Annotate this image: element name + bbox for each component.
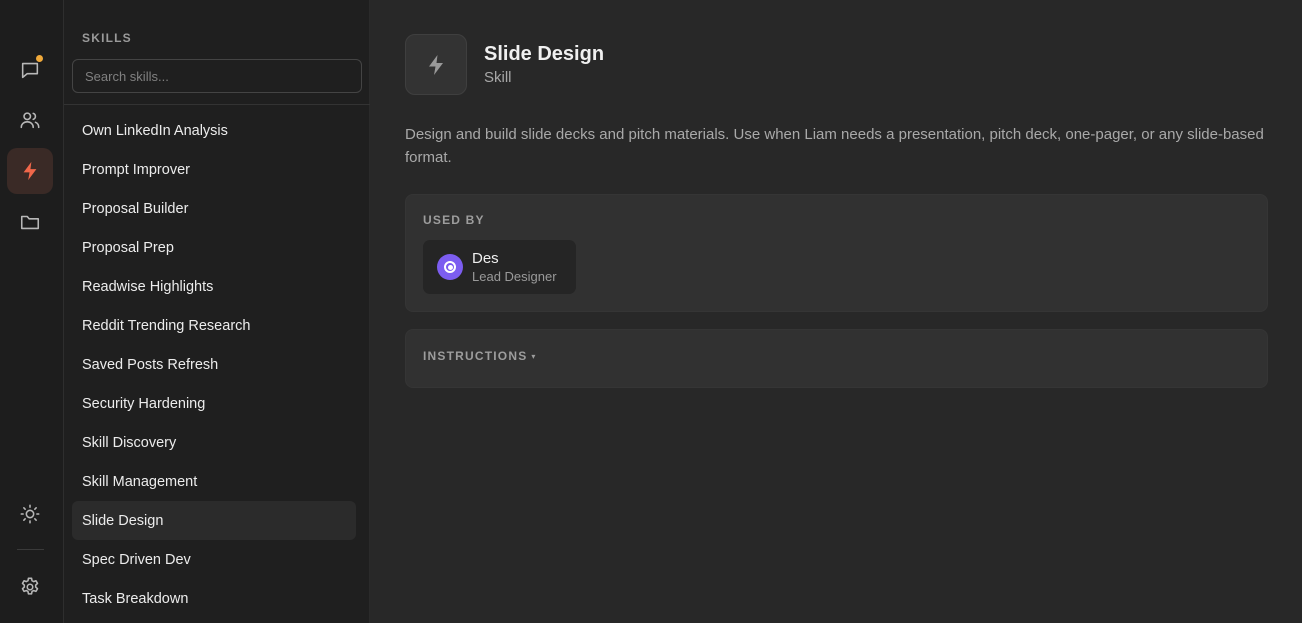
skills-panel: SKILLS Own LinkedIn Analysis Prompt Impr… xyxy=(64,0,370,623)
search-skills-input[interactable] xyxy=(72,59,362,93)
skill-list: Own LinkedIn Analysis Prompt Improver Pr… xyxy=(72,111,356,618)
lightning-icon xyxy=(429,54,443,75)
skill-list-item[interactable]: Skill Discovery xyxy=(72,423,356,462)
skill-list-item[interactable]: Readwise Highlights xyxy=(72,267,356,306)
app-window: SKILLS Own LinkedIn Analysis Prompt Impr… xyxy=(0,0,1302,623)
instructions-header: INSTRUCTIONS ▾ xyxy=(423,349,537,363)
avatar xyxy=(437,254,463,280)
skill-list-item[interactable]: Skill Management xyxy=(72,462,356,501)
skill-list-item[interactable]: Prompt Improver xyxy=(72,150,356,189)
used-by-card: USED BY Des Lead Designer xyxy=(405,194,1268,312)
skill-list-item[interactable]: Security Hardening xyxy=(72,384,356,423)
gear-icon xyxy=(21,577,39,595)
rail-divider xyxy=(17,549,44,550)
skill-list-item[interactable]: Proposal Prep xyxy=(72,228,356,267)
skill-list-item[interactable]: Spec Driven Dev xyxy=(72,540,356,579)
agent-role: Lead Designer xyxy=(472,269,557,284)
skill-detail: Slide Design Skill Design and build slid… xyxy=(370,0,1302,623)
skills-nav-button[interactable] xyxy=(7,148,53,194)
files-nav-button[interactable] xyxy=(7,199,53,245)
skill-list-item[interactable]: Task Breakdown xyxy=(72,579,356,618)
instructions-label: INSTRUCTIONS xyxy=(423,349,528,363)
settings-button[interactable] xyxy=(7,564,53,610)
skill-description: Design and build slide decks and pitch m… xyxy=(405,126,1264,166)
chat-icon xyxy=(21,62,39,79)
folder-icon xyxy=(20,215,40,230)
skill-title: Slide Design xyxy=(484,43,605,65)
skill-icon-tile xyxy=(405,34,467,95)
skill-type-label: Skill xyxy=(484,69,512,86)
skill-list-item[interactable]: Own LinkedIn Analysis xyxy=(72,111,356,150)
used-by-label: USED BY xyxy=(423,213,485,227)
users-icon xyxy=(20,112,40,129)
skill-list-item[interactable]: Saved Posts Refresh xyxy=(72,345,356,384)
caret-down-icon: ▾ xyxy=(531,352,537,361)
sun-icon xyxy=(20,504,40,524)
skill-list-item-selected[interactable]: Slide Design xyxy=(72,501,356,540)
icon-rail xyxy=(0,0,64,623)
agent-name: Des xyxy=(472,250,499,267)
skill-list-item[interactable]: Reddit Trending Research xyxy=(72,306,356,345)
agent-chip[interactable]: Des Lead Designer xyxy=(423,240,576,294)
chat-nav-button[interactable] xyxy=(7,47,53,93)
notification-dot xyxy=(36,55,43,62)
skills-heading: SKILLS xyxy=(82,31,132,45)
instructions-toggle[interactable]: INSTRUCTIONS ▾ xyxy=(405,329,1268,388)
skill-list-item[interactable]: Proposal Builder xyxy=(72,189,356,228)
theme-toggle-button[interactable] xyxy=(7,491,53,537)
lightning-icon xyxy=(23,161,37,181)
agents-nav-button[interactable] xyxy=(7,97,53,143)
panel-divider xyxy=(64,104,370,105)
